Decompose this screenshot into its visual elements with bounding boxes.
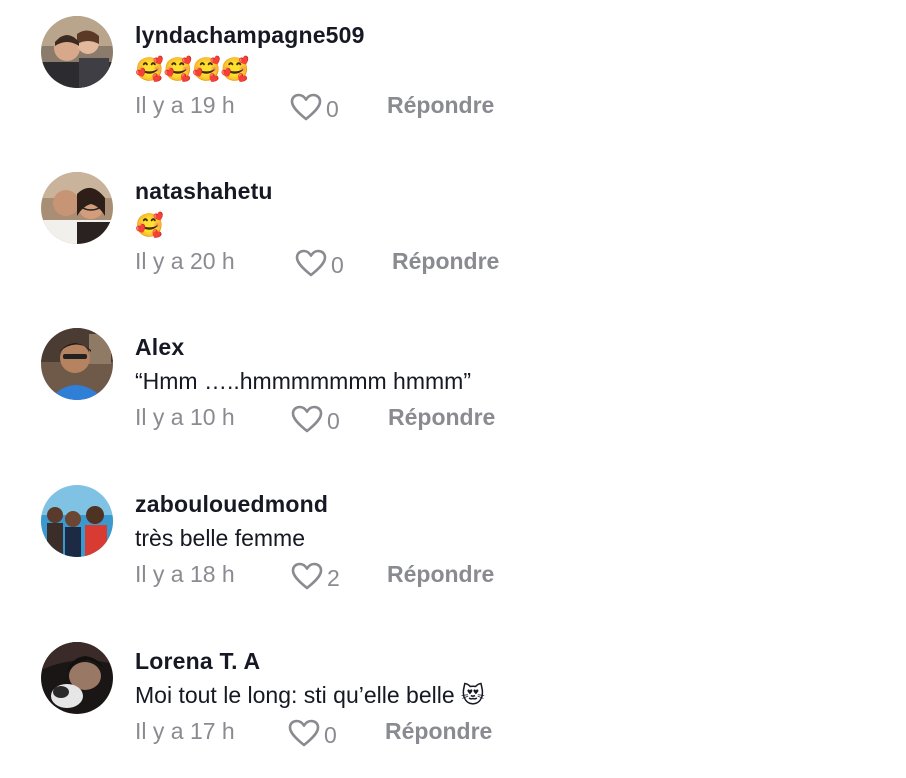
- comment-meta: Il y a 19 h 0 Répondre: [135, 92, 635, 122]
- comment-time: Il y a 20 h: [135, 248, 235, 274]
- comment-meta: Il y a 10 h 0 Répondre: [135, 404, 635, 434]
- comment-username[interactable]: zaboulouedmond: [135, 491, 328, 518]
- like-button[interactable]: 0: [291, 404, 340, 434]
- comment-meta: Il y a 20 h 0 Répondre: [135, 248, 635, 278]
- comment-time: Il y a 10 h: [135, 404, 235, 430]
- like-count: 0: [331, 251, 344, 278]
- comment-username[interactable]: lyndachampagne509: [135, 22, 365, 49]
- like-count: 2: [327, 564, 340, 591]
- heart-outline-icon: [291, 562, 323, 590]
- like-count: 0: [324, 721, 337, 748]
- comment-time: Il y a 18 h: [135, 561, 235, 587]
- comment-item: Lorena T. A Moi tout le long: sti qu’ell…: [0, 632, 906, 772]
- comment-username[interactable]: Alex: [135, 334, 184, 361]
- avatar[interactable]: [41, 642, 113, 714]
- like-button[interactable]: 0: [295, 248, 344, 278]
- comment-item: Alex “Hmm …..hmmmmmmm hmmm” Il y a 10 h …: [0, 318, 906, 458]
- comment-meta: Il y a 18 h 2 Répondre: [135, 561, 635, 591]
- comment-time: Il y a 19 h: [135, 92, 235, 118]
- comment-item: lyndachampagne509 🥰🥰🥰🥰 Il y a 19 h 0 Rép…: [0, 6, 906, 146]
- heart-outline-icon: [288, 719, 320, 747]
- avatar[interactable]: [41, 485, 113, 557]
- like-count: 0: [326, 95, 339, 122]
- reply-button[interactable]: Répondre: [392, 248, 499, 275]
- avatar[interactable]: [41, 16, 113, 88]
- avatar[interactable]: [41, 328, 113, 400]
- comment-username[interactable]: natashahetu: [135, 178, 273, 205]
- avatar[interactable]: [41, 172, 113, 244]
- reply-button[interactable]: Répondre: [387, 92, 494, 119]
- like-count: 0: [327, 407, 340, 434]
- heart-outline-icon: [290, 93, 322, 121]
- reply-button[interactable]: Répondre: [385, 718, 492, 745]
- like-button[interactable]: 0: [290, 92, 339, 122]
- comment-text: 🥰: [135, 213, 164, 239]
- comment-meta: Il y a 17 h 0 Répondre: [135, 718, 635, 748]
- like-button[interactable]: 0: [288, 718, 337, 748]
- heart-outline-icon: [295, 249, 327, 277]
- comment-username[interactable]: Lorena T. A: [135, 648, 260, 675]
- comment-time: Il y a 17 h: [135, 718, 235, 744]
- comment-item: zaboulouedmond très belle femme Il y a 1…: [0, 475, 906, 615]
- comment-text: 🥰🥰🥰🥰: [135, 57, 250, 83]
- comment-text: Moi tout le long: sti qu’elle belle 😻: [135, 682, 485, 708]
- like-button[interactable]: 2: [291, 561, 340, 591]
- reply-button[interactable]: Répondre: [387, 561, 494, 588]
- comment-item: natashahetu 🥰 Il y a 20 h 0 Répondre: [0, 162, 906, 302]
- reply-button[interactable]: Répondre: [388, 404, 495, 431]
- comment-text: “Hmm …..hmmmmmmm hmmm”: [135, 368, 471, 394]
- heart-outline-icon: [291, 405, 323, 433]
- comment-text: très belle femme: [135, 525, 306, 551]
